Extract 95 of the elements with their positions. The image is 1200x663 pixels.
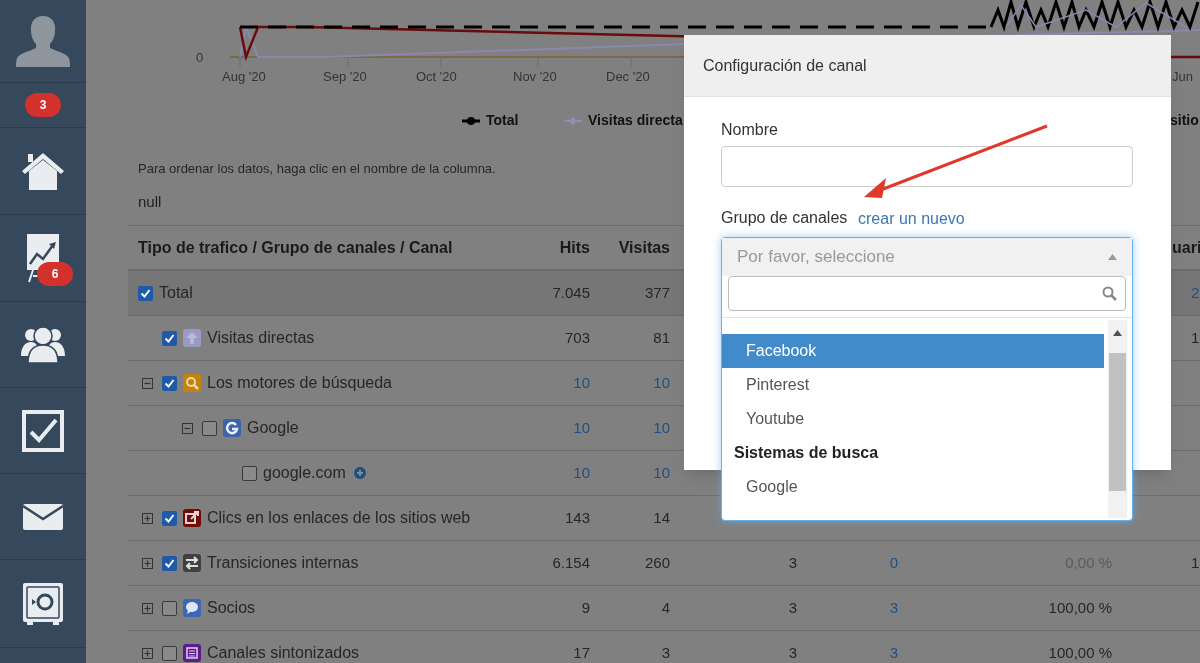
- mail-icon[interactable]: [22, 502, 64, 531]
- checkbox[interactable]: [138, 285, 153, 301]
- checkbox[interactable]: [202, 420, 217, 436]
- expand-toggle-icon[interactable]: [142, 557, 153, 569]
- axis-tick-label: Jun: [1172, 68, 1193, 86]
- table-cell: 6.154: [552, 554, 590, 571]
- channel-group-select[interactable]: Por favor, seleccione Facebook Pinterest Youtube Sistemas de busca Google: [721, 237, 1133, 521]
- create-new-link[interactable]: crear un nuevo: [858, 207, 965, 231]
- checkbox[interactable]: [162, 600, 177, 616]
- table-cell: 260: [644, 554, 670, 571]
- collapse-toggle-icon[interactable]: [142, 377, 153, 389]
- scroll-up-icon[interactable]: [1113, 330, 1122, 336]
- scrollbar[interactable]: [1108, 320, 1127, 518]
- name-input-field[interactable]: [721, 146, 1133, 187]
- table-link[interactable]: 3: [889, 644, 898, 661]
- channel-name[interactable]: Visitas directas: [207, 326, 315, 350]
- dropdown-option[interactable]: Pinterest: [722, 368, 1104, 402]
- channel-name[interactable]: Canales sintonizados: [207, 641, 360, 663]
- option-group-heading: Sistemas de busca: [733, 443, 880, 463]
- channel-name[interactable]: Clics en los enlaces de los sitios web: [207, 506, 471, 530]
- table-cell: 3: [661, 644, 670, 661]
- table-cell: 703: [564, 329, 590, 346]
- axis-tick-label: 0: [196, 49, 204, 67]
- column-header[interactable]: Visitas: [618, 238, 670, 256]
- dialog-title: Configuración de canal: [703, 55, 867, 76]
- table-link[interactable]: 10: [653, 464, 670, 481]
- table-cell: 143: [564, 509, 590, 526]
- table-link[interactable]: 10: [573, 464, 590, 481]
- caret-icon: [1108, 254, 1117, 260]
- table-cell: 377: [644, 284, 670, 301]
- table-cell: 100,00 %: [1048, 599, 1112, 616]
- axis-tick-label: Aug '20: [222, 68, 266, 86]
- column-header[interactable]: uari: [1172, 238, 1200, 256]
- channel-name[interactable]: google.com: [263, 461, 346, 485]
- axis-tick-label: Sep '20: [323, 68, 367, 86]
- checkbox[interactable]: [162, 375, 177, 391]
- checkbox[interactable]: [242, 465, 257, 481]
- table-link[interactable]: 10: [653, 374, 670, 391]
- dropdown-option[interactable]: Facebook: [722, 334, 1104, 368]
- table-cell: 100,00 %: [1048, 644, 1112, 661]
- table-cell: 3: [788, 599, 797, 616]
- axis-tick-label: Nov '20: [513, 68, 557, 86]
- channel-name[interactable]: Socios: [207, 596, 256, 620]
- notification-badge: 6: [37, 262, 73, 286]
- expand-toggle-icon[interactable]: [142, 647, 153, 659]
- table-link[interactable]: 10: [573, 419, 590, 436]
- channel-name[interactable]: Transiciones internas: [207, 551, 359, 575]
- field-label: Grupo de canales: [721, 208, 848, 228]
- collapse-toggle-icon[interactable]: [182, 422, 193, 434]
- column-header[interactable]: Hits: [559, 238, 590, 256]
- dropdown-option[interactable]: Google: [722, 470, 1104, 504]
- field-label: Nombre: [721, 120, 778, 140]
- sort-hint: Para ordenar los datos, haga clic en el nombre de la columna.: [137, 160, 496, 178]
- table-cell: 81: [653, 329, 670, 346]
- table-link[interactable]: 0: [889, 554, 898, 571]
- checkbox[interactable]: [162, 645, 177, 661]
- checkbox[interactable]: [162, 330, 177, 346]
- safe-icon: [22, 581, 64, 626]
- legend-label[interactable]: sitio: [1170, 110, 1199, 131]
- channel-name[interactable]: Los motores de búsqueda: [207, 371, 392, 395]
- table-link[interactable]: 10: [653, 419, 670, 436]
- table-cell: 17: [573, 644, 590, 661]
- dropdown-option[interactable]: Youtube: [722, 402, 1104, 436]
- scrollbar-thumb[interactable]: [1109, 353, 1126, 491]
- table-cell: 3: [788, 554, 797, 571]
- search-field[interactable]: [728, 276, 1126, 311]
- table-cell: 1: [1191, 329, 1200, 346]
- add-icon[interactable]: [353, 467, 366, 479]
- expand-toggle-icon[interactable]: [142, 602, 153, 614]
- table-cell: 1: [1191, 554, 1200, 571]
- axis-tick-label: Dec '20: [606, 68, 650, 86]
- search-icon: [1102, 286, 1117, 301]
- select-placeholder: Por favor, seleccione: [737, 246, 895, 269]
- legend-label[interactable]: Visitas directa: [588, 110, 683, 131]
- users-icon[interactable]: [20, 325, 66, 364]
- table-cell: 4: [661, 599, 670, 616]
- row-label: Total: [159, 283, 193, 303]
- checkbox[interactable]: [162, 555, 177, 571]
- legend-label[interactable]: Total: [486, 110, 519, 131]
- channel-name[interactable]: Google: [247, 416, 299, 440]
- home-icon[interactable]: [21, 151, 65, 191]
- table-link[interactable]: 3: [889, 599, 898, 616]
- table-cell: 14: [653, 509, 670, 526]
- axis-tick-label: Oct '20: [416, 68, 457, 86]
- column-header[interactable]: Tipo de trafico / Grupo de canales / Canal: [138, 238, 453, 256]
- expand-toggle-icon[interactable]: [142, 512, 153, 524]
- notification-badge: 3: [25, 93, 61, 117]
- null-text: null: [137, 193, 162, 210]
- checkbox[interactable]: [162, 510, 177, 526]
- table-cell: 3: [788, 644, 797, 661]
- table-cell: 9: [581, 599, 590, 616]
- table-link[interactable]: 10: [573, 374, 590, 391]
- checkbox-icon[interactable]: [22, 409, 64, 452]
- table-cell: 7.045: [552, 284, 590, 301]
- avatar-icon: [15, 14, 71, 68]
